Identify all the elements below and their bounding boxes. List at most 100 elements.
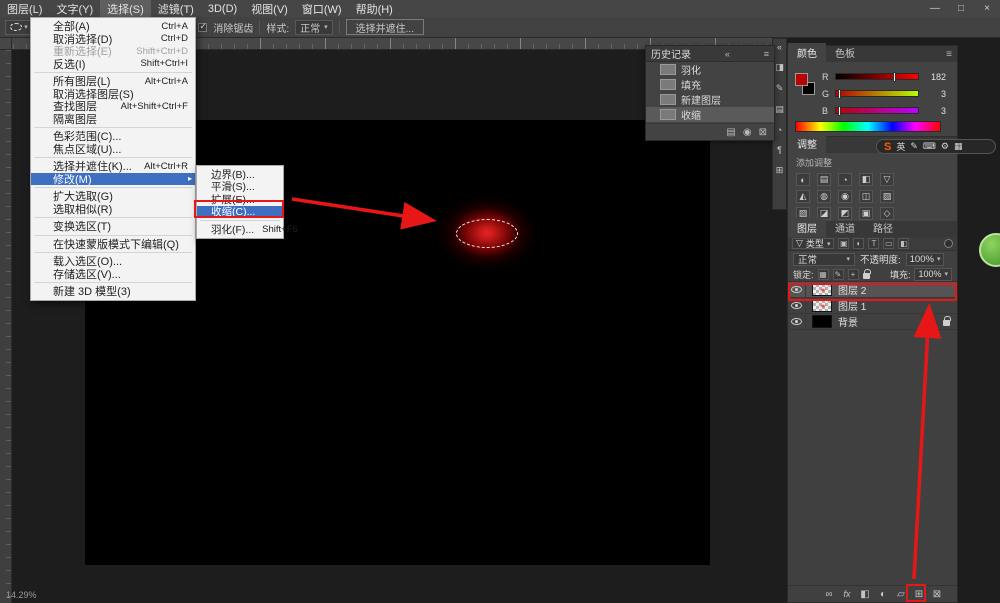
adjustment-icon[interactable]: ▧ [880,190,894,203]
menu-item-contract[interactable]: 收缩(C)... [197,206,283,219]
lock-position-icon[interactable]: + [848,269,859,280]
visibility-toggle[interactable] [788,282,806,297]
adjustment-icon[interactable]: ◭ [796,190,810,203]
menu-item-similar[interactable]: 选取相似(R) [31,203,195,216]
menu-item-feather[interactable]: 羽化(F)...Shift+F6 [197,223,283,236]
layer-style-icon[interactable]: fx [841,589,853,599]
collapse-panel-icon[interactable]: « [719,49,730,59]
tab-color[interactable]: 颜色 [788,43,826,62]
dock-panel-icon[interactable]: ◨ [775,62,784,73]
adjustment-icon[interactable]: ◫ [859,190,873,203]
opacity-input[interactable]: 100% ▾ [906,253,945,266]
menu-filter[interactable]: 滤镜(T) [151,0,201,17]
filter-shape-layers-icon[interactable]: ▭ [883,238,894,249]
menu-layer[interactable]: 图层(L) [0,0,49,17]
lock-pixels-icon[interactable]: ✎ [833,269,844,280]
filter-adjustment-layers-icon[interactable]: ◐ [853,238,864,249]
menu-item-quick-mask[interactable]: 在快速蒙版模式下编辑(Q) [31,238,195,251]
menu-item-save-selection[interactable]: 存储选区(V)... [31,268,195,281]
select-and-mask-button[interactable]: 选择并遮住... [346,19,424,35]
layer-row-layer1[interactable]: 图层 1 [788,298,957,314]
tab-adjustments[interactable]: 调整 [788,134,826,153]
history-state-fill[interactable]: 填充 [646,77,774,92]
dock-panel-icon[interactable]: ▤ [775,104,784,115]
layer-row-layer2[interactable]: 图层 2 [788,282,957,298]
minimize-button[interactable]: — [922,3,948,14]
filter-pixel-layers-icon[interactable]: ▣ [838,238,849,249]
adjustment-icon[interactable]: ◧ [859,173,873,186]
menu-item-transform-selection[interactable]: 变换选区(T) [31,220,195,233]
adjustment-icon[interactable]: ◔ [838,173,852,186]
add-layer-mask-icon[interactable]: ◧ [859,589,871,600]
floating-assistant-button[interactable] [979,233,1000,267]
link-layers-icon[interactable]: ∞ [823,589,835,600]
menu-item-focus-area[interactable]: 焦点区域(U)... [31,143,195,156]
lock-transparency-icon[interactable]: ▦ [818,269,829,280]
ime-keyboard-icon[interactable]: ⌨ [923,141,936,152]
menu-select[interactable]: 选择(S) [100,0,151,17]
style-select[interactable]: 正常 ▾ [295,20,333,35]
history-state-feather[interactable]: 羽化 [646,62,774,77]
visibility-toggle[interactable] [788,298,806,313]
adjustment-icon[interactable]: ◉ [838,190,852,203]
tab-paths[interactable]: 路径 [864,218,902,237]
tool-preset-picker[interactable]: ▾ [5,20,33,35]
tab-layers[interactable]: 图层 [788,218,826,237]
panel-menu-icon[interactable]: ≡ [941,49,957,62]
menu-item-isolate-layers[interactable]: 隔离图层 [31,113,195,126]
new-adjustment-layer-icon[interactable]: ◐ [877,589,889,600]
dock-panel-icon[interactable]: ¶ [777,145,782,155]
maximize-button[interactable]: □ [948,3,974,14]
dock-panel-icon[interactable]: ⊞ [776,165,784,176]
green-slider[interactable] [835,90,919,97]
close-button[interactable]: × [974,3,1000,14]
layer-row-background[interactable]: 背景 [788,314,957,330]
menu-window[interactable]: 窗口(W) [295,0,349,17]
delete-layer-icon[interactable]: ⊠ [931,589,943,600]
dock-panel-icon[interactable]: ◔ [777,125,782,135]
blend-mode-select[interactable]: 正常 ▾ [793,253,855,266]
adjustment-icon[interactable]: ▤ [817,173,831,186]
lock-all-icon[interactable] [863,273,870,279]
slider-thumb[interactable] [838,89,841,99]
ime-pencil-icon[interactable]: ✎ [910,141,918,152]
layer-filter-type-select[interactable]: ▽ 类型 ▾ [792,238,834,249]
visibility-toggle[interactable] [788,314,806,329]
filter-type-layers-icon[interactable]: T [868,238,879,249]
filter-toggle[interactable] [944,239,953,248]
adjustment-icon[interactable]: ▽ [880,173,894,186]
layer-thumbnail[interactable] [812,315,832,328]
anti-alias-checkbox[interactable] [198,23,207,32]
history-state-contract[interactable]: 收缩 [646,107,774,122]
menu-type[interactable]: 文字(Y) [49,0,100,17]
adjustment-icon[interactable]: ◍ [817,190,831,203]
adjustment-icon[interactable]: ◐ [796,173,810,186]
history-state-new-layer[interactable]: 新建图层 [646,92,774,107]
expand-panels-icon[interactable]: « [777,42,782,52]
new-snapshot-icon[interactable]: ◉ [743,127,752,138]
slider-thumb[interactable] [838,106,841,116]
color-spectrum-ramp[interactable] [795,121,941,132]
tab-channels[interactable]: 通道 [826,218,864,237]
ime-language-toggle[interactable]: 英 [896,140,905,153]
dock-panel-icon[interactable]: ✎ [776,83,784,94]
red-slider[interactable] [835,73,919,80]
layer-thumbnail[interactable] [812,299,832,312]
menu-help[interactable]: 帮助(H) [349,0,400,17]
tab-swatches[interactable]: 色板 [826,43,864,62]
delete-state-icon[interactable]: ⊠ [759,127,767,138]
ime-settings-icon[interactable]: ⚙ [941,141,949,152]
blue-slider[interactable] [835,107,919,114]
menu-3d[interactable]: 3D(D) [201,0,244,17]
menu-item-modify[interactable]: 修改(M)▸ [31,173,195,186]
zoom-level[interactable]: 14.29% [6,590,37,600]
menu-view[interactable]: 视图(V) [244,0,295,17]
slider-thumb[interactable] [893,72,896,82]
layer-thumbnail[interactable] [812,283,832,296]
menu-item-new-3d-model[interactable]: 新建 3D 模型(3) [31,285,195,298]
panel-menu-icon[interactable]: ≡ [758,49,769,59]
new-group-icon[interactable]: ▱ [895,589,907,600]
ime-toolbox-icon[interactable]: ▦ [954,141,963,152]
new-layer-icon[interactable]: ⊞ [913,589,925,600]
menu-item-inverse[interactable]: 反选(I)Shift+Ctrl+I [31,58,195,71]
